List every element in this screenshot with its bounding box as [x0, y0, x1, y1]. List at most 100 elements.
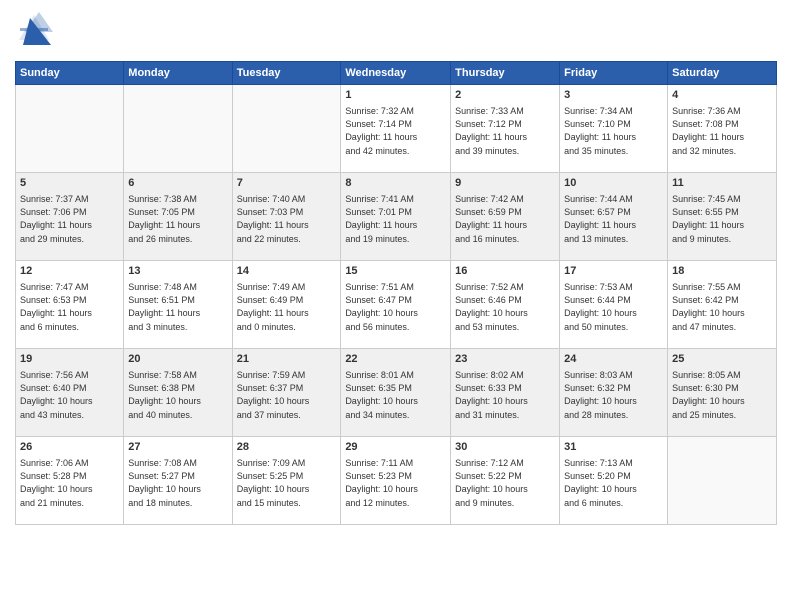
- day-info: Sunrise: 7:59 AM Sunset: 6:37 PM Dayligh…: [237, 369, 337, 421]
- day-number: 19: [20, 352, 119, 367]
- day-info: Sunrise: 7:44 AM Sunset: 6:57 PM Dayligh…: [564, 193, 663, 245]
- calendar-week-row: 5 Sunrise: 7:37 AM Sunset: 7:06 PM Daylig…: [16, 173, 777, 261]
- calendar-cell: [16, 85, 124, 173]
- calendar-week-row: 26 Sunrise: 7:06 AM Sunset: 5:28 PM Dayli…: [16, 437, 777, 525]
- day-number: 12: [20, 264, 119, 279]
- calendar-week-row: 19Sunrise: 7:56 AM Sunset: 6:40 PM Dayli…: [16, 349, 777, 437]
- day-number: 13: [128, 264, 227, 279]
- day-number: 30: [455, 440, 555, 455]
- day-info: Sunrise: 7:32 AM Sunset: 7:14 PM Dayligh…: [345, 105, 446, 157]
- logo-icon: [15, 10, 53, 48]
- day-info: Sunrise: 7:41 AM Sunset: 7:01 PM Dayligh…: [345, 193, 446, 245]
- calendar-cell: 8 Sunrise: 7:41 AM Sunset: 7:01 PM Daylig…: [341, 173, 451, 261]
- day-number: 2: [455, 88, 555, 103]
- day-info: Sunrise: 8:01 AM Sunset: 6:35 PM Dayligh…: [345, 369, 446, 421]
- calendar-cell: 7 Sunrise: 7:40 AM Sunset: 7:03 PM Daylig…: [232, 173, 341, 261]
- calendar-cell: [668, 437, 777, 525]
- day-info: Sunrise: 7:06 AM Sunset: 5:28 PM Dayligh…: [20, 457, 119, 509]
- calendar-week-row: 1 Sunrise: 7:32 AM Sunset: 7:14 PM Daylig…: [16, 85, 777, 173]
- day-info: Sunrise: 7:13 AM Sunset: 5:20 PM Dayligh…: [564, 457, 663, 509]
- day-number: 15: [345, 264, 446, 279]
- day-info: Sunrise: 7:12 AM Sunset: 5:22 PM Dayligh…: [455, 457, 555, 509]
- calendar-cell: 30 Sunrise: 7:12 AM Sunset: 5:22 PM Dayli…: [451, 437, 560, 525]
- day-number: 8: [345, 176, 446, 191]
- day-info: Sunrise: 8:03 AM Sunset: 6:32 PM Dayligh…: [564, 369, 663, 421]
- day-number: 17: [564, 264, 663, 279]
- day-number: 7: [237, 176, 337, 191]
- day-info: Sunrise: 7:11 AM Sunset: 5:23 PM Dayligh…: [345, 457, 446, 509]
- calendar-cell: 9 Sunrise: 7:42 AM Sunset: 6:59 PM Daylig…: [451, 173, 560, 261]
- day-info: Sunrise: 7:51 AM Sunset: 6:47 PM Dayligh…: [345, 281, 446, 333]
- calendar-cell: 1 Sunrise: 7:32 AM Sunset: 7:14 PM Daylig…: [341, 85, 451, 173]
- weekday-header-row: SundayMondayTuesdayWednesdayThursdayFrid…: [16, 62, 777, 85]
- calendar-cell: 19Sunrise: 7:56 AM Sunset: 6:40 PM Dayli…: [16, 349, 124, 437]
- weekday-header-friday: Friday: [560, 62, 668, 85]
- day-number: 6: [128, 176, 227, 191]
- calendar-cell: 25 Sunrise: 8:05 AM Sunset: 6:30 PM Dayli…: [668, 349, 777, 437]
- calendar-cell: 21 Sunrise: 7:59 AM Sunset: 6:37 PM Dayli…: [232, 349, 341, 437]
- calendar-cell: 4Sunrise: 7:36 AM Sunset: 7:08 PM Daylig…: [668, 85, 777, 173]
- calendar-cell: 17 Sunrise: 7:53 AM Sunset: 6:44 PM Dayli…: [560, 261, 668, 349]
- day-info: Sunrise: 7:55 AM Sunset: 6:42 PM Dayligh…: [672, 281, 772, 333]
- calendar-cell: 24 Sunrise: 8:03 AM Sunset: 6:32 PM Dayli…: [560, 349, 668, 437]
- day-number: 21: [237, 352, 337, 367]
- day-number: 28: [237, 440, 337, 455]
- day-info: Sunrise: 7:08 AM Sunset: 5:27 PM Dayligh…: [128, 457, 227, 509]
- day-info: Sunrise: 7:34 AM Sunset: 7:10 PM Dayligh…: [564, 105, 663, 157]
- weekday-header-thursday: Thursday: [451, 62, 560, 85]
- calendar-cell: 29Sunrise: 7:11 AM Sunset: 5:23 PM Dayli…: [341, 437, 451, 525]
- day-number: 5: [20, 176, 119, 191]
- day-number: 25: [672, 352, 772, 367]
- calendar-cell: 26 Sunrise: 7:06 AM Sunset: 5:28 PM Dayli…: [16, 437, 124, 525]
- day-number: 18: [672, 264, 772, 279]
- day-info: Sunrise: 8:05 AM Sunset: 6:30 PM Dayligh…: [672, 369, 772, 421]
- calendar-cell: [124, 85, 232, 173]
- calendar-week-row: 12 Sunrise: 7:47 AM Sunset: 6:53 PM Dayli…: [16, 261, 777, 349]
- calendar-cell: 12 Sunrise: 7:47 AM Sunset: 6:53 PM Dayli…: [16, 261, 124, 349]
- day-info: Sunrise: 7:47 AM Sunset: 6:53 PM Dayligh…: [20, 281, 119, 333]
- day-info: Sunrise: 7:36 AM Sunset: 7:08 PM Dayligh…: [672, 105, 772, 157]
- page-container: SundayMondayTuesdayWednesdayThursdayFrid…: [0, 0, 792, 530]
- day-info: Sunrise: 7:40 AM Sunset: 7:03 PM Dayligh…: [237, 193, 337, 245]
- weekday-header-monday: Monday: [124, 62, 232, 85]
- day-number: 11: [672, 176, 772, 191]
- calendar-cell: 18 Sunrise: 7:55 AM Sunset: 6:42 PM Dayli…: [668, 261, 777, 349]
- calendar-cell: 22 Sunrise: 8:01 AM Sunset: 6:35 PM Dayli…: [341, 349, 451, 437]
- day-info: Sunrise: 7:37 AM Sunset: 7:06 PM Dayligh…: [20, 193, 119, 245]
- day-info: Sunrise: 7:45 AM Sunset: 6:55 PM Dayligh…: [672, 193, 772, 245]
- day-info: Sunrise: 7:48 AM Sunset: 6:51 PM Dayligh…: [128, 281, 227, 333]
- calendar-cell: 27 Sunrise: 7:08 AM Sunset: 5:27 PM Dayli…: [124, 437, 232, 525]
- calendar-cell: 10 Sunrise: 7:44 AM Sunset: 6:57 PM Dayli…: [560, 173, 668, 261]
- day-number: 26: [20, 440, 119, 455]
- calendar-cell: 13 Sunrise: 7:48 AM Sunset: 6:51 PM Dayli…: [124, 261, 232, 349]
- day-number: 23: [455, 352, 555, 367]
- day-number: 10: [564, 176, 663, 191]
- day-number: 3: [564, 88, 663, 103]
- day-number: 14: [237, 264, 337, 279]
- logo: [15, 10, 57, 53]
- day-info: Sunrise: 7:42 AM Sunset: 6:59 PM Dayligh…: [455, 193, 555, 245]
- calendar-cell: 15 Sunrise: 7:51 AM Sunset: 6:47 PM Dayli…: [341, 261, 451, 349]
- weekday-header-saturday: Saturday: [668, 62, 777, 85]
- day-number: 24: [564, 352, 663, 367]
- calendar-cell: 5 Sunrise: 7:37 AM Sunset: 7:06 PM Daylig…: [16, 173, 124, 261]
- calendar-cell: 20Sunrise: 7:58 AM Sunset: 6:38 PM Dayli…: [124, 349, 232, 437]
- day-number: 22: [345, 352, 446, 367]
- day-info: Sunrise: 7:49 AM Sunset: 6:49 PM Dayligh…: [237, 281, 337, 333]
- day-number: 1: [345, 88, 446, 103]
- day-number: 20: [128, 352, 227, 367]
- day-number: 9: [455, 176, 555, 191]
- calendar-cell: 31Sunrise: 7:13 AM Sunset: 5:20 PM Dayli…: [560, 437, 668, 525]
- calendar-cell: 14 Sunrise: 7:49 AM Sunset: 6:49 PM Dayli…: [232, 261, 341, 349]
- weekday-header-sunday: Sunday: [16, 62, 124, 85]
- calendar-cell: 16Sunrise: 7:52 AM Sunset: 6:46 PM Dayli…: [451, 261, 560, 349]
- calendar-cell: 28Sunrise: 7:09 AM Sunset: 5:25 PM Dayli…: [232, 437, 341, 525]
- day-info: Sunrise: 7:33 AM Sunset: 7:12 PM Dayligh…: [455, 105, 555, 157]
- calendar-cell: 3 Sunrise: 7:34 AM Sunset: 7:10 PM Daylig…: [560, 85, 668, 173]
- day-info: Sunrise: 8:02 AM Sunset: 6:33 PM Dayligh…: [455, 369, 555, 421]
- page-header: [15, 10, 777, 53]
- day-info: Sunrise: 7:53 AM Sunset: 6:44 PM Dayligh…: [564, 281, 663, 333]
- calendar-cell: 23 Sunrise: 8:02 AM Sunset: 6:33 PM Dayli…: [451, 349, 560, 437]
- day-number: 27: [128, 440, 227, 455]
- calendar-cell: 11 Sunrise: 7:45 AM Sunset: 6:55 PM Dayli…: [668, 173, 777, 261]
